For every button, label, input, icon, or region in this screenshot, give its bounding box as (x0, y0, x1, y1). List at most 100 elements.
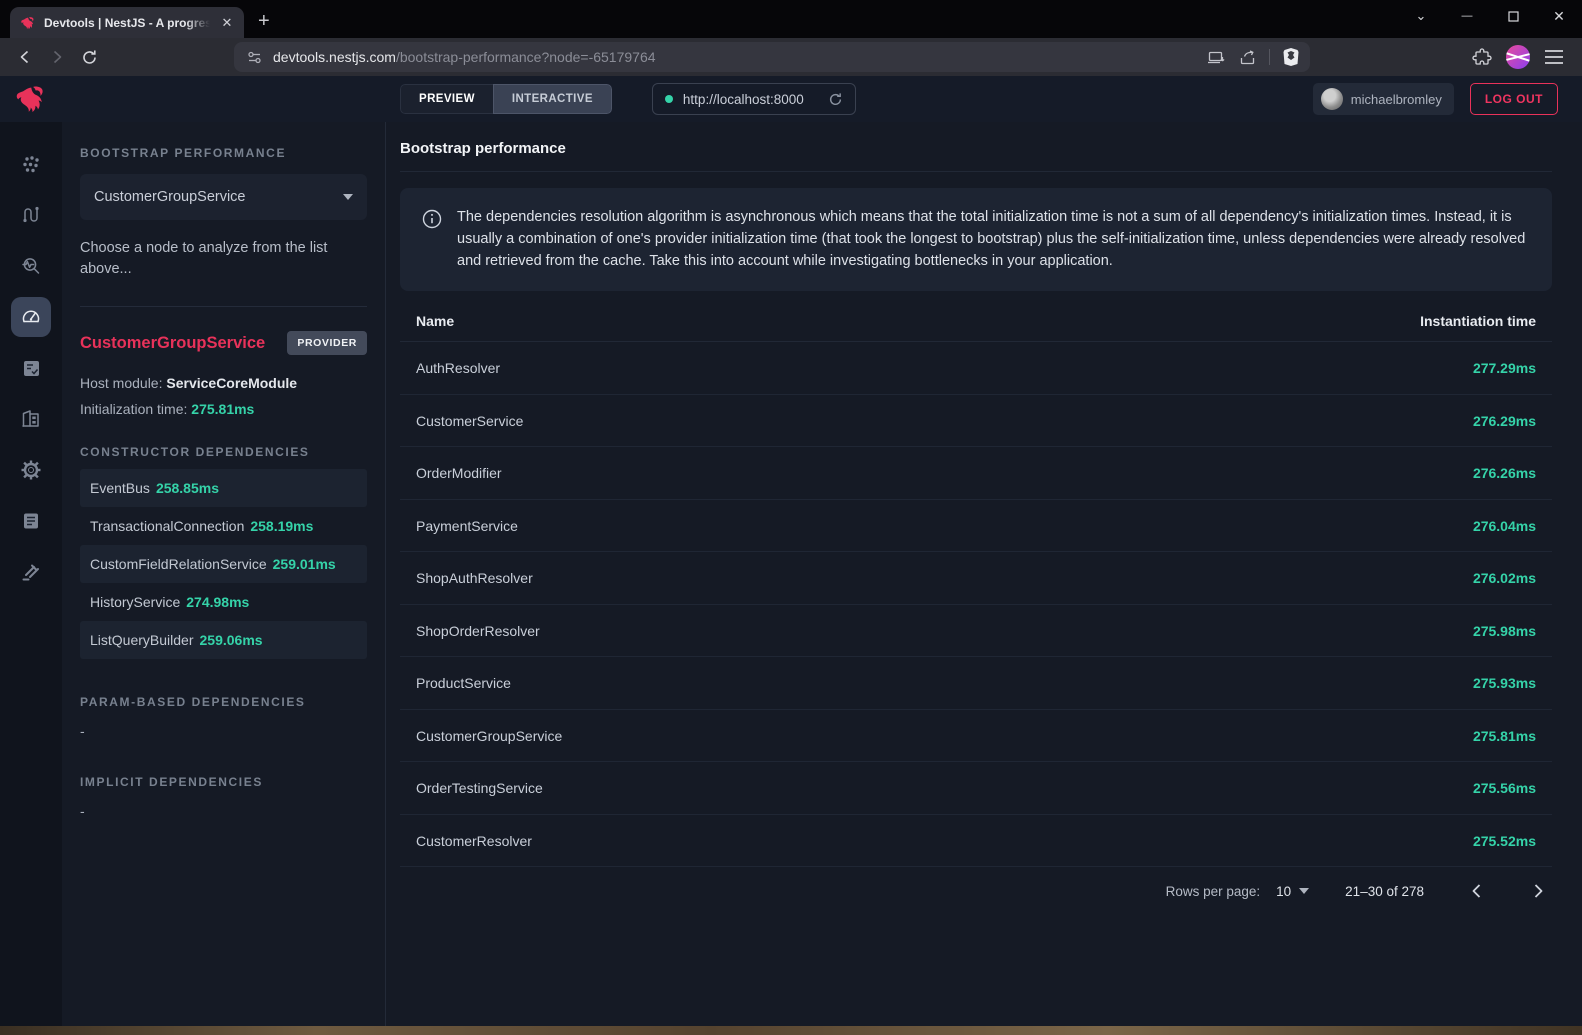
interactive-button[interactable]: INTERACTIVE (493, 84, 612, 114)
row-name: OrderModifier (416, 465, 502, 481)
sidebar-item-flow-icon[interactable] (11, 195, 51, 235)
tab-search-icon[interactable]: ⌄ (1398, 0, 1444, 32)
node-select-value: CustomerGroupService (94, 189, 246, 205)
target-url-chip[interactable]: http://localhost:8000 (652, 83, 856, 115)
url-text[interactable]: devtools.nestjs.com/bootstrap-performanc… (273, 49, 1197, 65)
table-row[interactable]: CustomerService276.29ms (400, 395, 1552, 448)
extensions-icon[interactable] (1472, 47, 1492, 67)
sidebar-item-graph-icon[interactable] (11, 144, 51, 184)
dependency-item[interactable]: TransactionalConnection 258.19ms (80, 507, 367, 545)
dependency-time: 258.19ms (250, 518, 313, 534)
table-row[interactable]: CustomerResolver275.52ms (400, 815, 1552, 868)
toolbar-divider (1269, 49, 1270, 65)
minimize-icon[interactable]: — (1444, 0, 1490, 32)
constructor-deps-list: EventBus258.85ms TransactionalConnection 2… (80, 469, 367, 659)
forward-icon[interactable] (42, 42, 72, 72)
dependency-item[interactable]: HistoryService 274.98ms (80, 583, 367, 621)
next-page-button[interactable] (1526, 879, 1550, 903)
col-name: Name (416, 313, 454, 329)
sidebar-item-build-icon[interactable] (11, 552, 51, 592)
dependency-time: 274.98ms (186, 594, 249, 610)
row-instantiation-time: 276.26ms (1473, 465, 1536, 481)
refresh-target-icon[interactable] (828, 92, 843, 107)
provider-badge: PROVIDER (287, 331, 367, 355)
row-instantiation-time: 276.02ms (1473, 570, 1536, 586)
dependency-time: 259.01ms (273, 556, 336, 572)
maximize-icon[interactable] (1490, 0, 1536, 32)
site-settings-icon[interactable] (246, 49, 263, 66)
share-icon[interactable] (1238, 48, 1257, 67)
page-title: Bootstrap performance (400, 122, 1552, 172)
preview-button[interactable]: PREVIEW (400, 84, 493, 114)
pagination-range: 21–30 of 278 (1345, 884, 1424, 899)
sidebar-item-scan-icon[interactable] (11, 246, 51, 286)
sidebar-item-gauge-icon[interactable] (11, 297, 51, 337)
panel-divider (80, 306, 367, 307)
info-box: The dependencies resolution algorithm is… (400, 188, 1552, 291)
row-name: ShopOrderResolver (416, 623, 540, 639)
target-url: http://localhost:8000 (683, 92, 804, 107)
dependency-time: 259.06ms (200, 632, 263, 648)
dependency-item[interactable]: ListQueryBuilder 259.06ms (80, 621, 367, 659)
row-instantiation-time: 277.29ms (1473, 360, 1536, 376)
browser-tab[interactable]: Devtools | NestJS - A progressive ✕ (10, 7, 244, 38)
table-row[interactable]: ShopAuthResolver 276.02ms (400, 552, 1552, 605)
desktop-wallpaper-edge (0, 1026, 1582, 1035)
pagination: Rows per page: 10 21–30 of 278 (400, 879, 1552, 903)
row-name: OrderTestingService (416, 780, 543, 796)
row-instantiation-time: 276.04ms (1473, 518, 1536, 534)
menu-icon[interactable] (1544, 49, 1564, 65)
sidebar-item-modules-icon[interactable] (11, 399, 51, 439)
dependency-name: ListQueryBuilder (90, 632, 194, 648)
tab-close-icon[interactable]: ✕ (218, 14, 236, 32)
send-to-device-icon[interactable] (1207, 48, 1226, 67)
table-row[interactable]: PaymentService276.04ms (400, 500, 1552, 553)
dependency-name: CustomFieldRelationService (90, 556, 267, 572)
connection-status-dot (665, 95, 673, 103)
dependency-item[interactable]: CustomFieldRelationService 259.01ms (80, 545, 367, 583)
col-instantiation-time: Instantiation time (1420, 313, 1536, 329)
nestjs-logo-icon[interactable] (0, 82, 62, 116)
row-instantiation-time: 275.98ms (1473, 623, 1536, 639)
sidebar-item-docs-icon[interactable] (11, 501, 51, 541)
prev-page-button[interactable] (1464, 879, 1488, 903)
back-icon[interactable] (10, 42, 40, 72)
user-chip[interactable]: michaelbromley (1313, 83, 1454, 115)
constructor-deps-title: CONSTRUCTOR DEPENDENCIES (80, 445, 367, 459)
chevron-down-icon (343, 194, 353, 200)
close-window-icon[interactable]: ✕ (1536, 0, 1582, 32)
table-row[interactable]: CustomerGroupService275.81ms (400, 710, 1552, 763)
sidebar-item-audit-icon[interactable] (11, 348, 51, 388)
sidebar-item-settings-icon[interactable] (11, 450, 51, 490)
table-body: AuthResolver 277.29ms CustomerService276.2… (400, 342, 1552, 867)
app-header: PREVIEW INTERACTIVE http://localhost:800… (0, 76, 1582, 122)
browser-profile-avatar[interactable] (1506, 45, 1530, 69)
logout-button[interactable]: LOG OUT (1470, 83, 1558, 115)
dependency-time: 258.85ms (156, 480, 219, 496)
node-select[interactable]: CustomerGroupService (80, 174, 367, 220)
dependency-name: HistoryService (90, 594, 180, 610)
row-instantiation-time: 275.52ms (1473, 833, 1536, 849)
dependency-item[interactable]: EventBus258.85ms (80, 469, 367, 507)
rows-per-page-label: Rows per page: (1166, 884, 1261, 899)
init-time-row: Initialization time: 275.81ms (80, 401, 367, 417)
brave-shield-icon[interactable] (1282, 47, 1300, 67)
browser-toolbar: devtools.nestjs.com/bootstrap-performanc… (0, 38, 1582, 76)
table-row[interactable]: OrderTestingService275.56ms (400, 762, 1552, 815)
table-row[interactable]: ShopOrderResolver 275.98ms (400, 605, 1552, 658)
row-name: AuthResolver (416, 360, 500, 376)
dependency-name: TransactionalConnection (90, 518, 244, 534)
table-row[interactable]: AuthResolver 277.29ms (400, 342, 1552, 395)
row-name: ShopAuthResolver (416, 570, 533, 586)
table-row[interactable]: ProductService275.93ms (400, 657, 1552, 710)
user-avatar (1321, 88, 1343, 110)
mode-switch: PREVIEW INTERACTIVE (400, 84, 612, 114)
browser-window: Devtools | NestJS - A progressive ✕ + ⌄ … (0, 0, 1582, 1035)
url-bar[interactable]: devtools.nestjs.com/bootstrap-performanc… (234, 42, 1310, 72)
nestjs-favicon-icon (20, 15, 36, 31)
new-tab-button[interactable]: + (258, 10, 270, 33)
chevron-down-icon (1299, 888, 1309, 894)
rows-per-page-select[interactable]: 10 (1276, 884, 1309, 899)
table-row[interactable]: OrderModifier 276.26ms (400, 447, 1552, 500)
reload-icon[interactable] (74, 42, 104, 72)
